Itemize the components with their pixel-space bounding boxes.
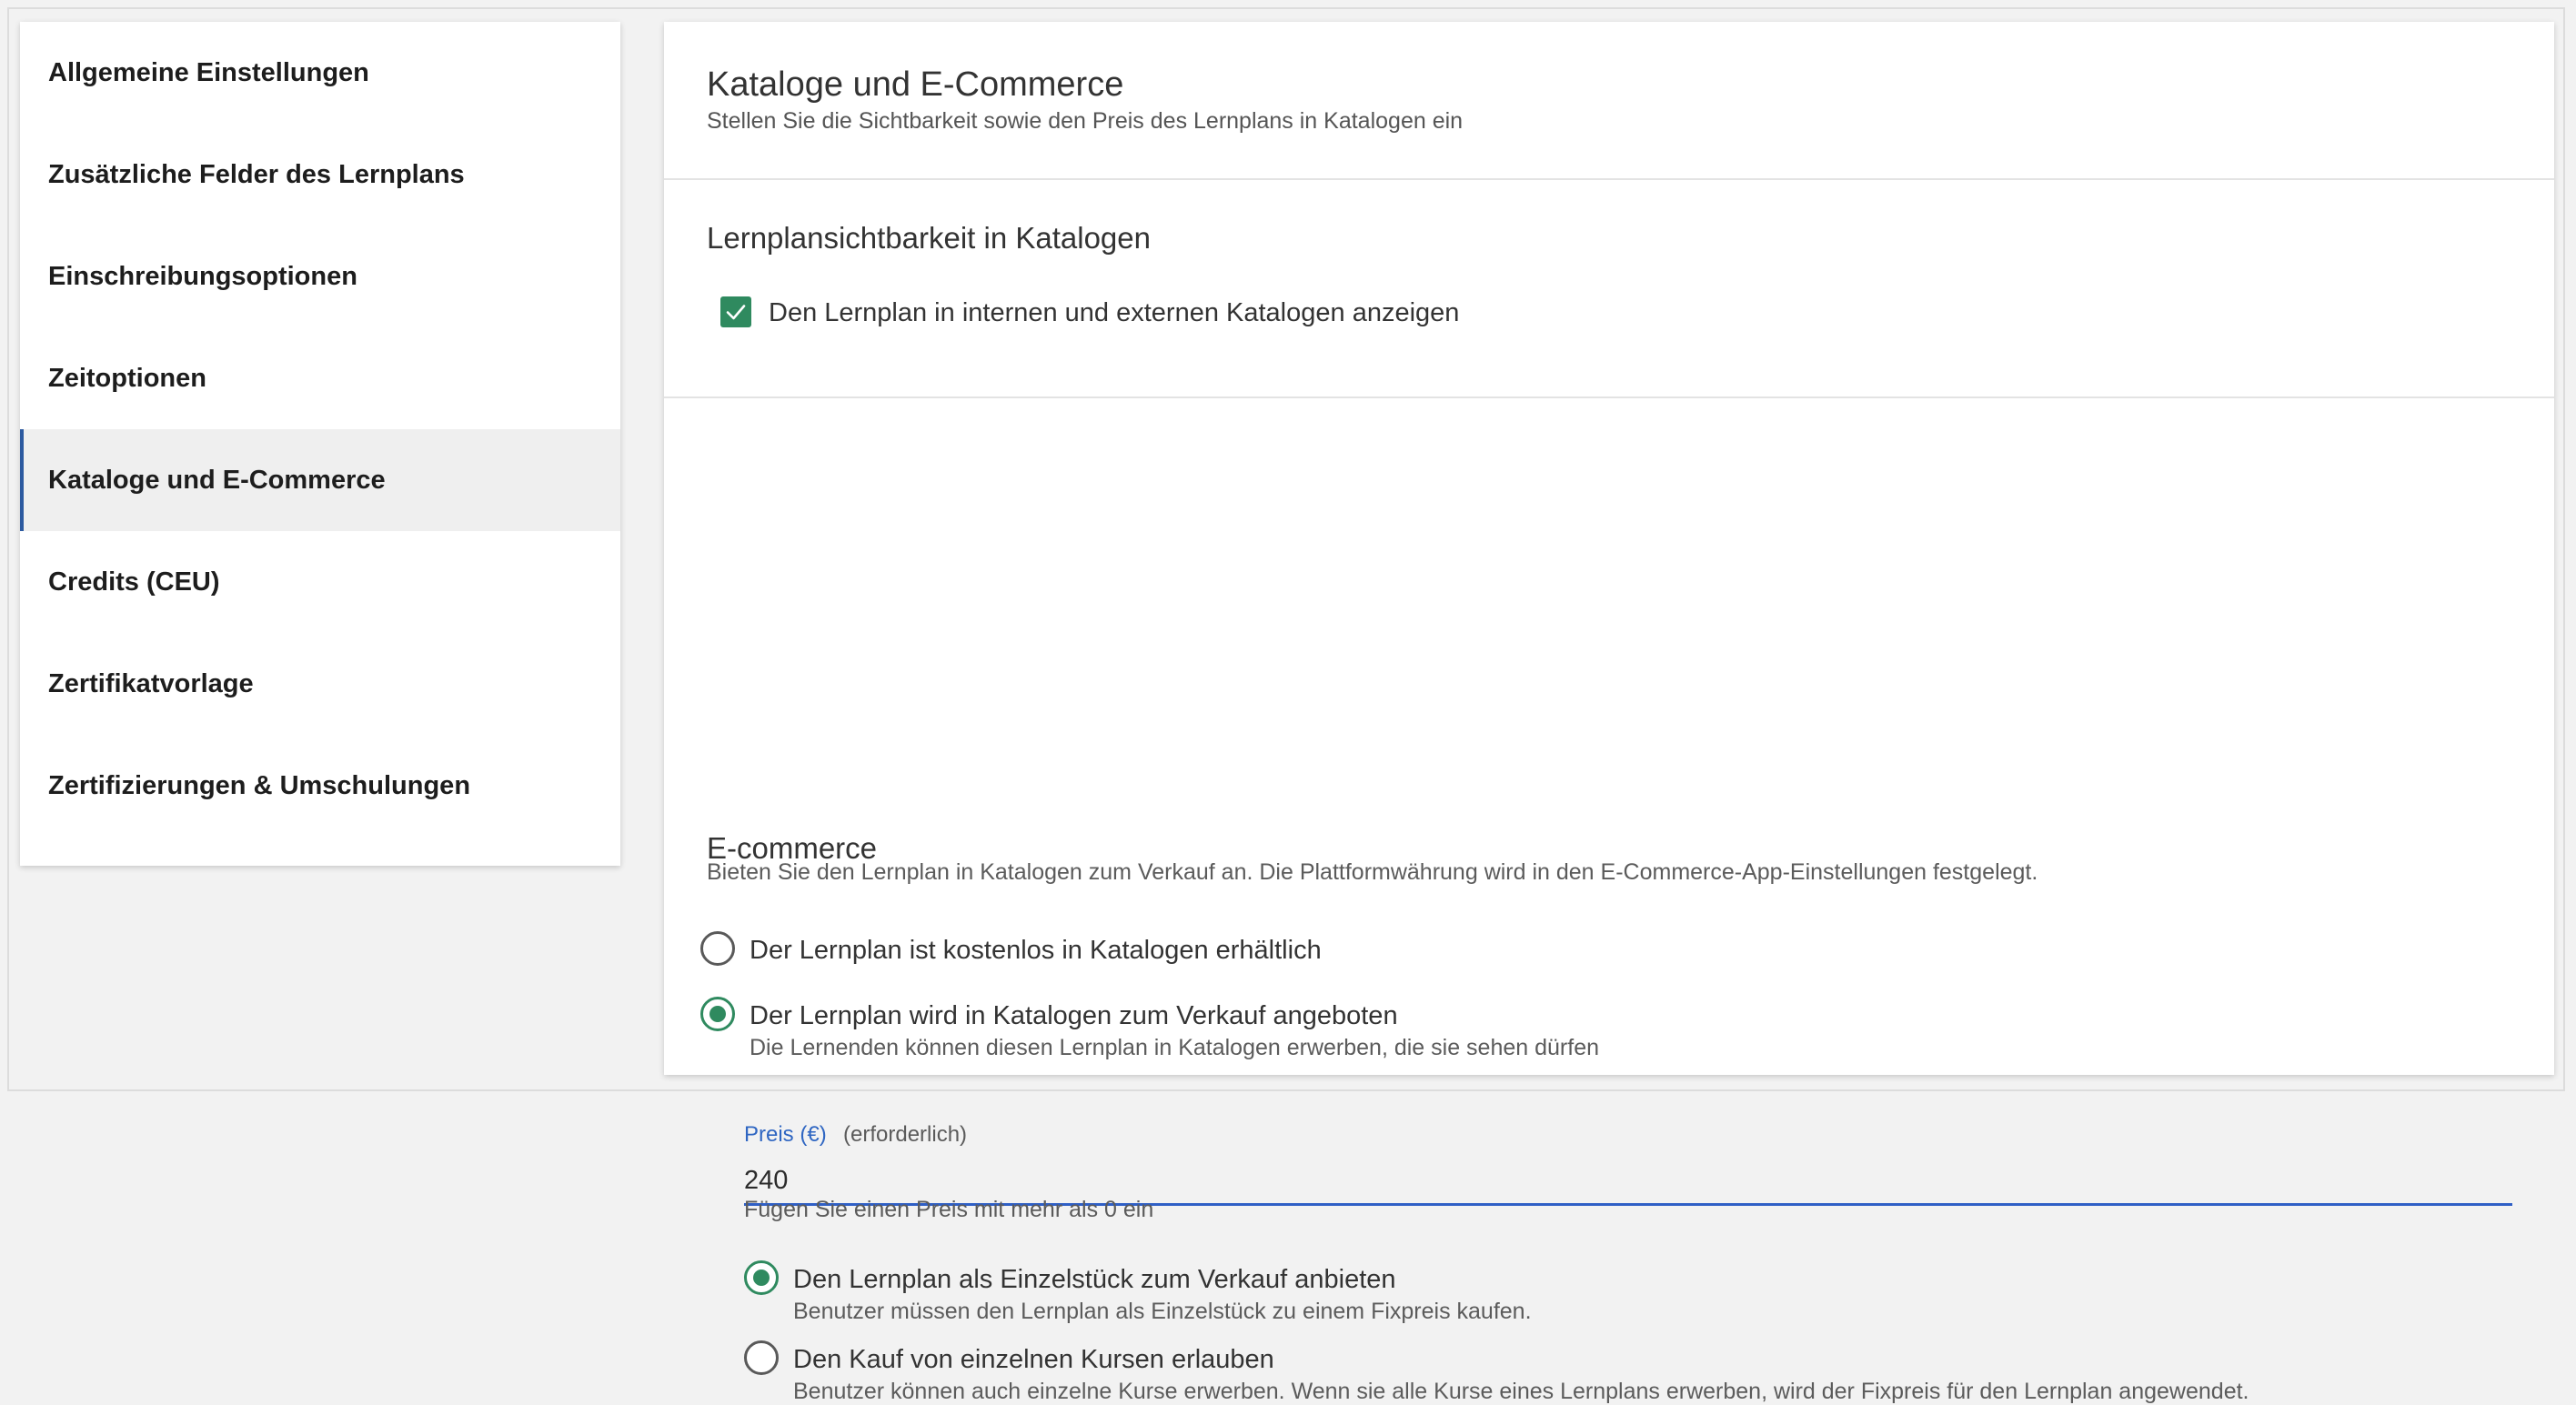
price-label: Preis (€)	[744, 1122, 827, 1147]
settings-sidebar: Allgemeine Einstellungen Zusätzliche Fel…	[20, 22, 620, 866]
single-item-label: Den Lernplan als Einzelstück zum Verkauf…	[793, 1265, 1396, 1294]
sidebar-item-certifications[interactable]: Zertifizierungen & Umschulungen	[20, 735, 620, 837]
sidebar-item-label: Allgemeine Einstellungen	[48, 57, 369, 87]
page-subtitle: Stellen Sie die Sichtbarkeit sowie den P…	[707, 108, 1464, 134]
free-option-label: Der Lernplan ist kostenlos in Katalogen …	[750, 936, 1322, 965]
sidebar-item-catalogs-ecommerce[interactable]: Kataloge und E-Commerce	[20, 429, 620, 531]
page-title: Kataloge und E-Commerce	[707, 65, 1124, 104]
ecommerce-description: Bieten Sie den Lernplan in Katalogen zum…	[707, 859, 2038, 885]
sidebar-item-label: Zertifizierungen & Umschulungen	[48, 770, 471, 800]
price-hint: Fügen Sie einen Preis mit mehr als 0 ein	[744, 1197, 1154, 1222]
individual-courses-radio[interactable]	[744, 1340, 779, 1375]
sidebar-item-label: Einschreibungsoptionen	[48, 261, 357, 291]
price-required-label: (erforderlich)	[843, 1122, 968, 1147]
single-item-radio[interactable]	[744, 1260, 779, 1295]
settings-panel: Kataloge und E-Commerce Stellen Sie die …	[664, 22, 2554, 1404]
individual-courses-help: Benutzer können auch einzelne Kurse erwe…	[793, 1379, 2249, 1404]
sale-option-help: Die Lernenden können diesen Lernplan in …	[750, 1035, 1600, 1060]
single-item-help: Benutzer müssen den Lernplan als Einzels…	[793, 1299, 1532, 1324]
sidebar-item-general[interactable]: Allgemeine Einstellungen	[20, 22, 620, 124]
sidebar-item-enrollment[interactable]: Einschreibungsoptionen	[20, 226, 620, 327]
sidebar-item-label: Zeitoptionen	[48, 363, 206, 393]
sidebar-item-label: Kataloge und E-Commerce	[48, 465, 386, 495]
catalog-visibility-section: Lernplansichtbarkeit in Katalogen Den Le…	[664, 180, 2554, 398]
sidebar-item-time-options[interactable]: Zeitoptionen	[20, 327, 620, 429]
sale-option-radio[interactable]	[700, 997, 735, 1031]
sidebar-item-label: Zusätzliche Felder des Lernplans	[48, 159, 465, 189]
show-in-catalogs-label: Den Lernplan in internen und externen Ka…	[769, 298, 1460, 327]
check-icon	[726, 305, 746, 320]
sidebar-item-label: Zertifikatvorlage	[48, 668, 254, 698]
panel-header: Kataloge und E-Commerce Stellen Sie die …	[664, 22, 2554, 180]
sale-option-label: Der Lernplan wird in Katalogen zum Verka…	[750, 1001, 1398, 1030]
sidebar-item-certificate-template[interactable]: Zertifikatvorlage	[20, 633, 620, 735]
individual-courses-label: Den Kauf von einzelnen Kursen erlauben	[793, 1345, 1274, 1374]
sidebar-item-additional-fields[interactable]: Zusätzliche Felder des Lernplans	[20, 124, 620, 226]
sidebar-item-label: Credits (CEU)	[48, 567, 220, 597]
sidebar-item-credits[interactable]: Credits (CEU)	[20, 531, 620, 633]
show-in-catalogs-checkbox[interactable]	[720, 296, 751, 327]
visibility-heading: Lernplansichtbarkeit in Katalogen	[707, 221, 1151, 255]
free-option-radio[interactable]	[700, 931, 735, 966]
